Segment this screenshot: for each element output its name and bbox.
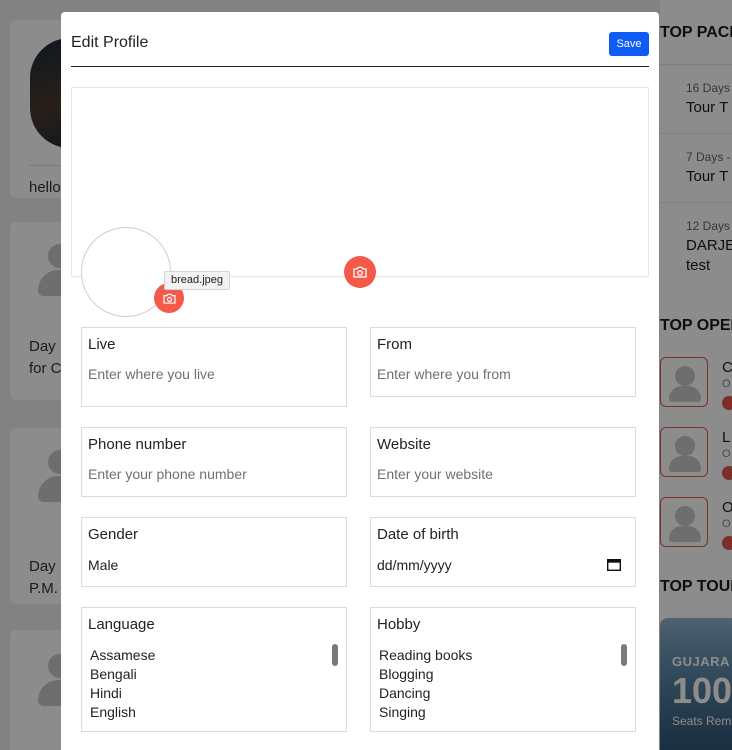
modal-title: Edit Profile bbox=[71, 34, 149, 51]
hobby-option[interactable]: Reading books bbox=[377, 646, 629, 665]
phone-input[interactable] bbox=[88, 466, 338, 482]
phone-label: Phone number bbox=[88, 436, 187, 453]
phone-field: Phone number bbox=[81, 427, 347, 497]
language-scrollbar[interactable] bbox=[332, 644, 338, 666]
website-field: Website bbox=[370, 427, 636, 497]
gender-label: Gender bbox=[88, 526, 139, 543]
language-option[interactable]: Hindi bbox=[88, 684, 340, 703]
save-button[interactable]: Save bbox=[609, 32, 649, 56]
language-field: Language Assamese Bengali Hindi English bbox=[81, 607, 347, 732]
dob-input[interactable]: dd/mm/yyyy bbox=[377, 557, 627, 573]
hobby-option[interactable]: Singing bbox=[377, 703, 629, 722]
hobby-scrollbar[interactable] bbox=[621, 644, 627, 666]
hobby-label: Hobby bbox=[377, 616, 421, 633]
website-input[interactable] bbox=[377, 466, 627, 482]
from-input[interactable] bbox=[377, 366, 627, 382]
calendar-icon[interactable] bbox=[607, 558, 621, 571]
live-field: Live bbox=[81, 327, 347, 407]
gender-field: Gender Male bbox=[81, 517, 347, 587]
language-option[interactable]: Assamese bbox=[88, 646, 340, 665]
camera-icon bbox=[162, 293, 176, 304]
dob-label: Date of birth bbox=[377, 526, 459, 543]
live-label: Live bbox=[88, 336, 116, 353]
from-field: From bbox=[370, 327, 636, 397]
cover-camera-button[interactable] bbox=[344, 256, 376, 288]
modal-header: Edit Profile Save bbox=[71, 12, 649, 67]
hobby-option[interactable]: Blogging bbox=[377, 665, 629, 684]
hobby-field: Hobby Reading books Blogging Dancing Sin… bbox=[370, 607, 636, 732]
dob-field: Date of birth dd/mm/yyyy bbox=[370, 517, 636, 587]
gender-select[interactable]: Male bbox=[88, 557, 338, 573]
language-option[interactable]: English bbox=[88, 703, 340, 722]
language-listbox[interactable]: Assamese Bengali Hindi English bbox=[88, 646, 340, 722]
hobby-option[interactable]: Dancing bbox=[377, 684, 629, 703]
language-label: Language bbox=[88, 616, 155, 633]
language-option[interactable]: Bengali bbox=[88, 665, 340, 684]
file-name-tooltip: bread.jpeg bbox=[164, 271, 230, 290]
from-label: From bbox=[377, 336, 412, 353]
live-input[interactable] bbox=[88, 366, 338, 382]
edit-profile-modal: Edit Profile Save bread.jpeg Live From P… bbox=[61, 12, 659, 750]
website-label: Website bbox=[377, 436, 431, 453]
camera-icon bbox=[353, 266, 367, 278]
hobby-listbox[interactable]: Reading books Blogging Dancing Singing bbox=[377, 646, 629, 722]
